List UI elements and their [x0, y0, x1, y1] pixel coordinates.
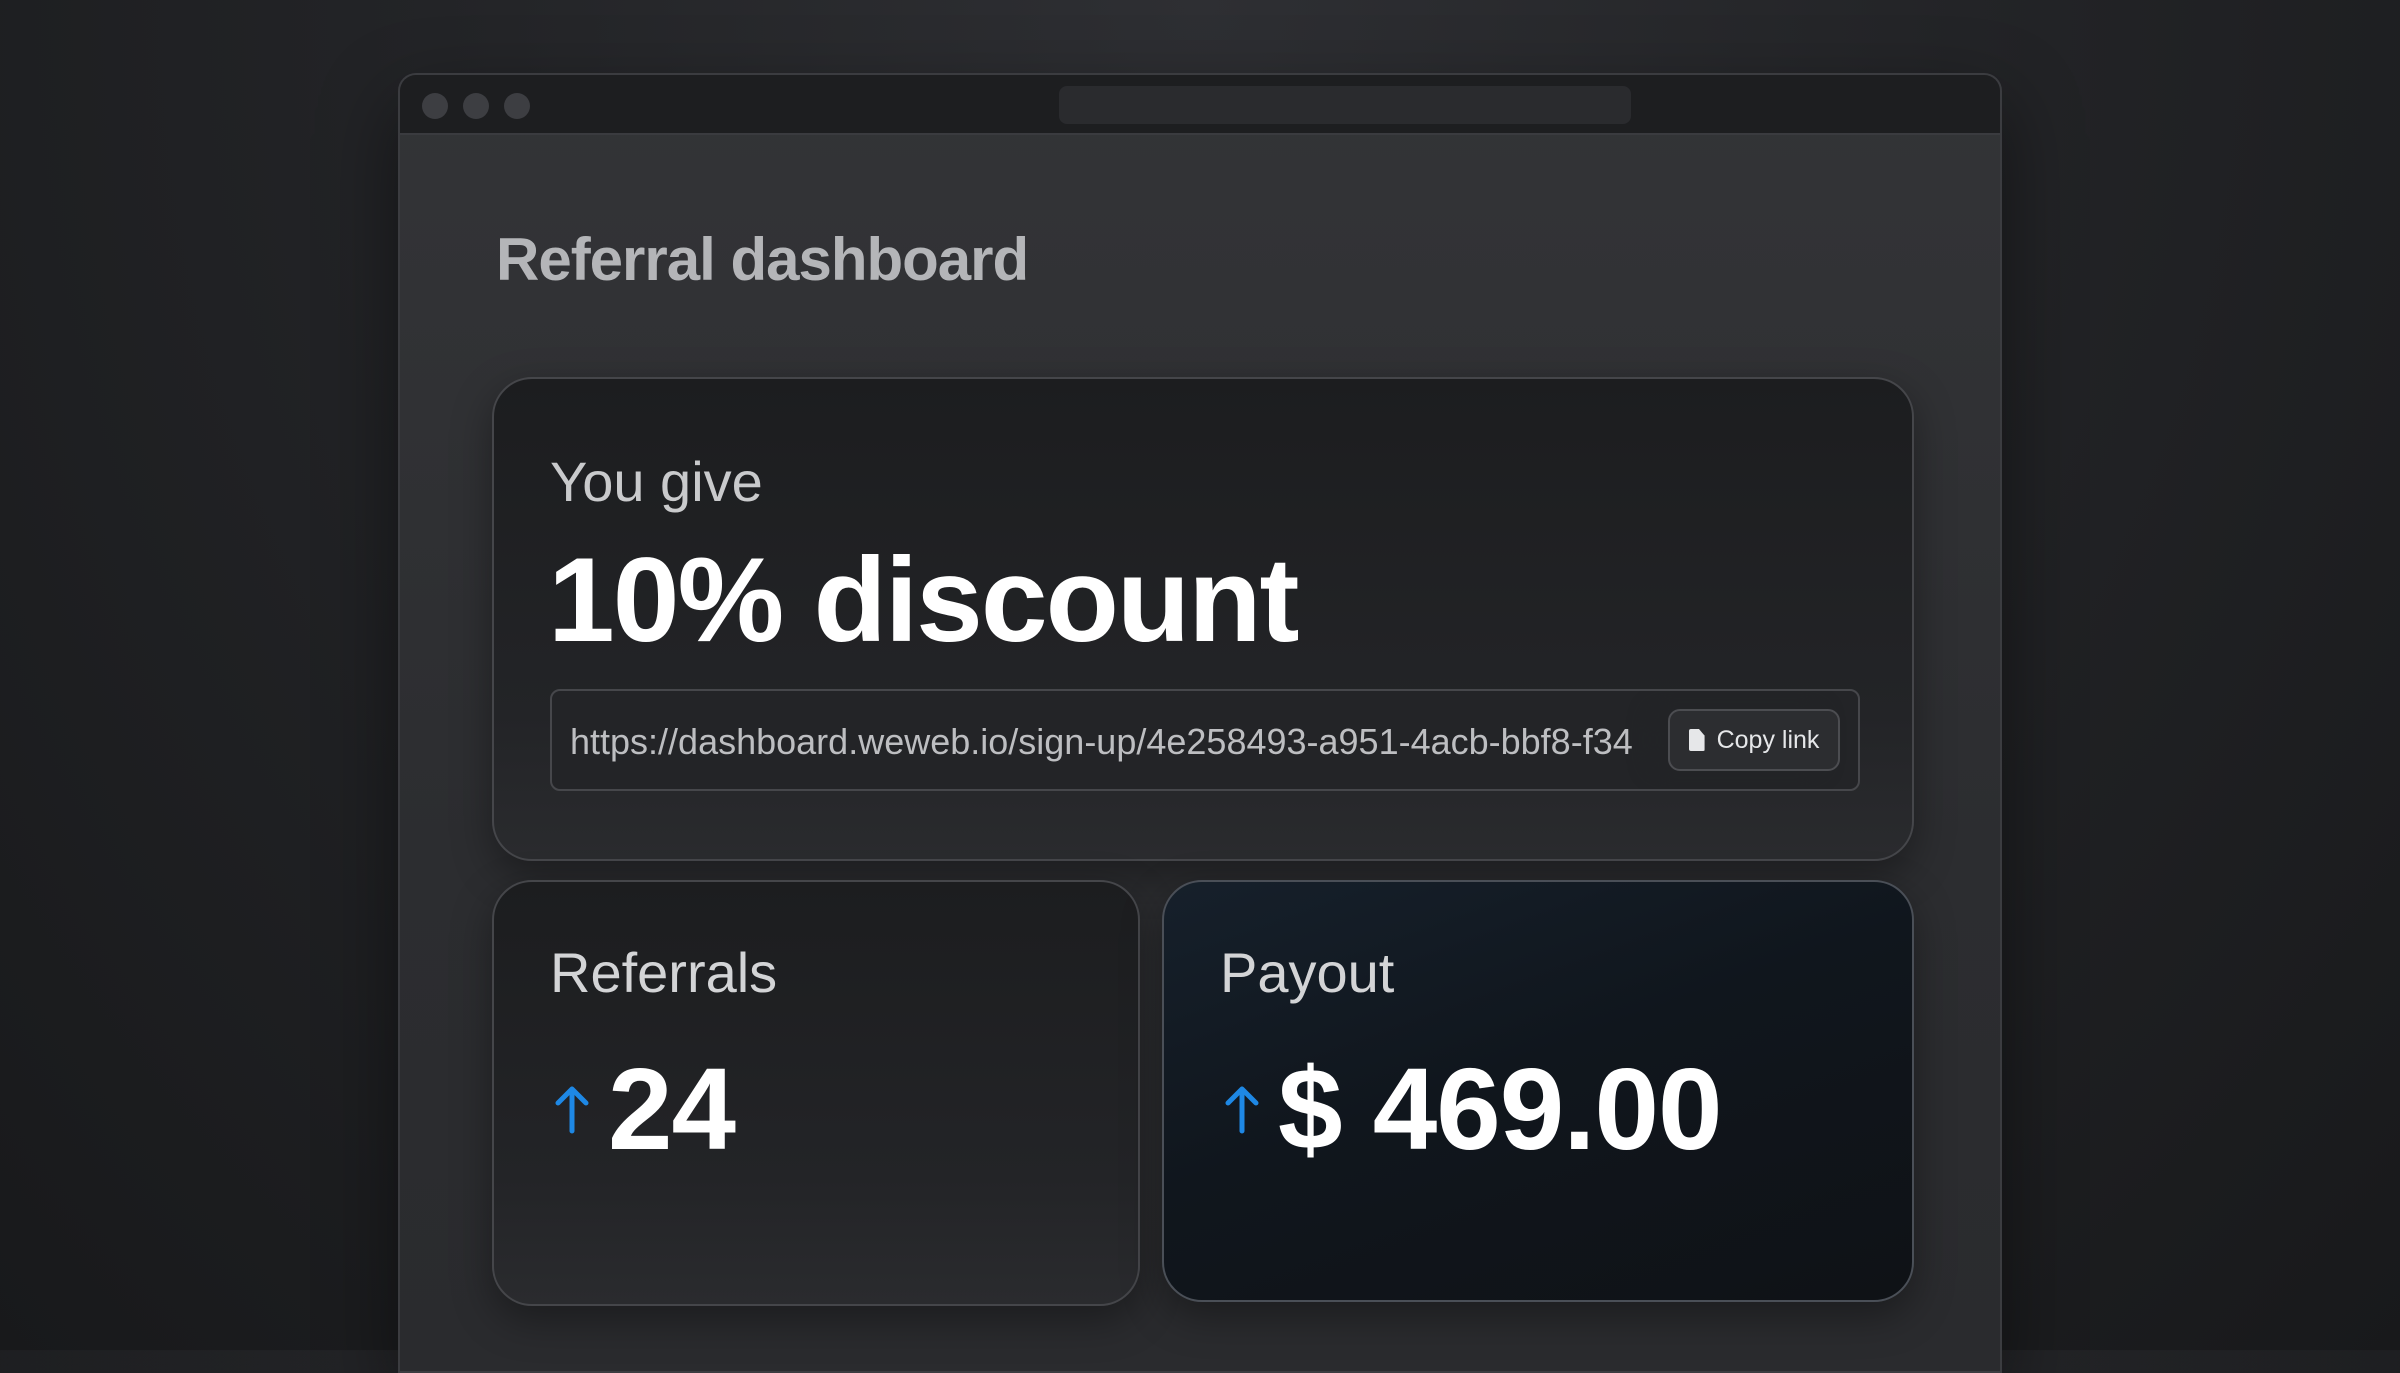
window-titlebar — [400, 75, 2000, 135]
referral-link-field[interactable]: https://dashboard.weweb.io/sign-up/4e258… — [550, 689, 1860, 791]
copy-link-button[interactable]: Copy link — [1668, 709, 1840, 771]
window-maximize-dot[interactable] — [504, 93, 530, 119]
payout-card: Payout $ 469.00 — [1162, 880, 1914, 1302]
window-minimize-dot[interactable] — [463, 93, 489, 119]
arrow-up-icon — [555, 1086, 589, 1134]
payout-stat-row: $ 469.00 — [1220, 1042, 1723, 1176]
payout-value: $ 469.00 — [1278, 1044, 1723, 1174]
referrals-stat-row: 24 — [550, 1042, 736, 1176]
discount-label: You give — [550, 450, 763, 513]
payout-label: Payout — [1220, 941, 1395, 1004]
referrals-value: 24 — [608, 1044, 736, 1174]
referral-link-text[interactable]: https://dashboard.weweb.io/sign-up/4e258… — [570, 721, 1690, 763]
copy-link-label: Copy link — [1716, 725, 1820, 754]
referrals-card: Referrals 24 — [492, 880, 1140, 1306]
page-title: Referral dashboard — [496, 226, 1029, 293]
browser-window: Referral dashboard You give 10% discount… — [398, 73, 2002, 1373]
document-icon — [1688, 729, 1705, 751]
discount-value: 10% discount — [548, 533, 1299, 667]
address-bar[interactable] — [1059, 86, 1631, 124]
referrals-label: Referrals — [550, 941, 778, 1004]
discount-card: You give 10% discount https://dashboard.… — [492, 377, 1914, 861]
arrow-up-icon — [1225, 1086, 1259, 1134]
window-close-dot[interactable] — [422, 93, 448, 119]
